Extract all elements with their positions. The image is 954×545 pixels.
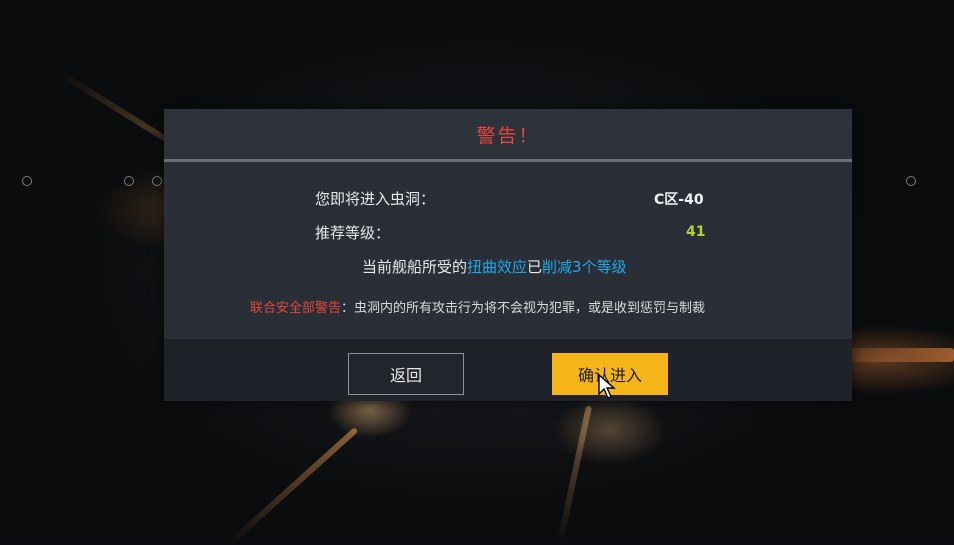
wormhole-value: C区-40	[654, 192, 704, 208]
dialog-header: 警告！	[164, 109, 852, 162]
effect-line: 当前舰船所受的扭曲效应已削减3个等级	[362, 256, 627, 277]
warning-dialog: 警告！ 您即将进入虫洞： C区-40 推荐等级： 41 当前舰船所受的扭曲效应已…	[164, 109, 852, 401]
security-warning-line: 联合安全部警告：虫洞内的所有攻击行为将不会视为犯罪，或是收到惩罚与制裁	[250, 297, 705, 316]
dialog-footer: 返回 确认进入	[164, 339, 852, 401]
dialog-body: 您即将进入虫洞： C区-40 推荐等级： 41 当前舰船所受的扭曲效应已削减3个…	[164, 162, 852, 337]
wormhole-label: 您即将进入虫洞：	[315, 190, 436, 208]
hex-marker-icon	[906, 176, 916, 186]
hex-marker-icon	[152, 176, 162, 186]
hex-marker-icon	[22, 176, 32, 186]
effect-result: 削减3个等级	[542, 258, 627, 276]
effect-mid: 已	[527, 258, 543, 276]
dialog-title: 警告！	[476, 124, 540, 147]
level-label: 推荐等级：	[315, 224, 391, 242]
back-button[interactable]: 返回	[348, 353, 464, 395]
warning-source: 联合安全部警告	[250, 301, 342, 316]
effect-name: 扭曲效应	[467, 258, 528, 276]
mouse-pointer-icon	[598, 374, 616, 399]
effect-prefix: 当前舰船所受的	[362, 258, 468, 276]
hex-marker-icon	[124, 176, 134, 186]
back-button-label: 返回	[389, 366, 422, 385]
level-value: 41	[686, 224, 706, 240]
warning-text: ：虫洞内的所有攻击行为将不会视为犯罪，或是收到惩罚与制裁	[341, 301, 706, 316]
